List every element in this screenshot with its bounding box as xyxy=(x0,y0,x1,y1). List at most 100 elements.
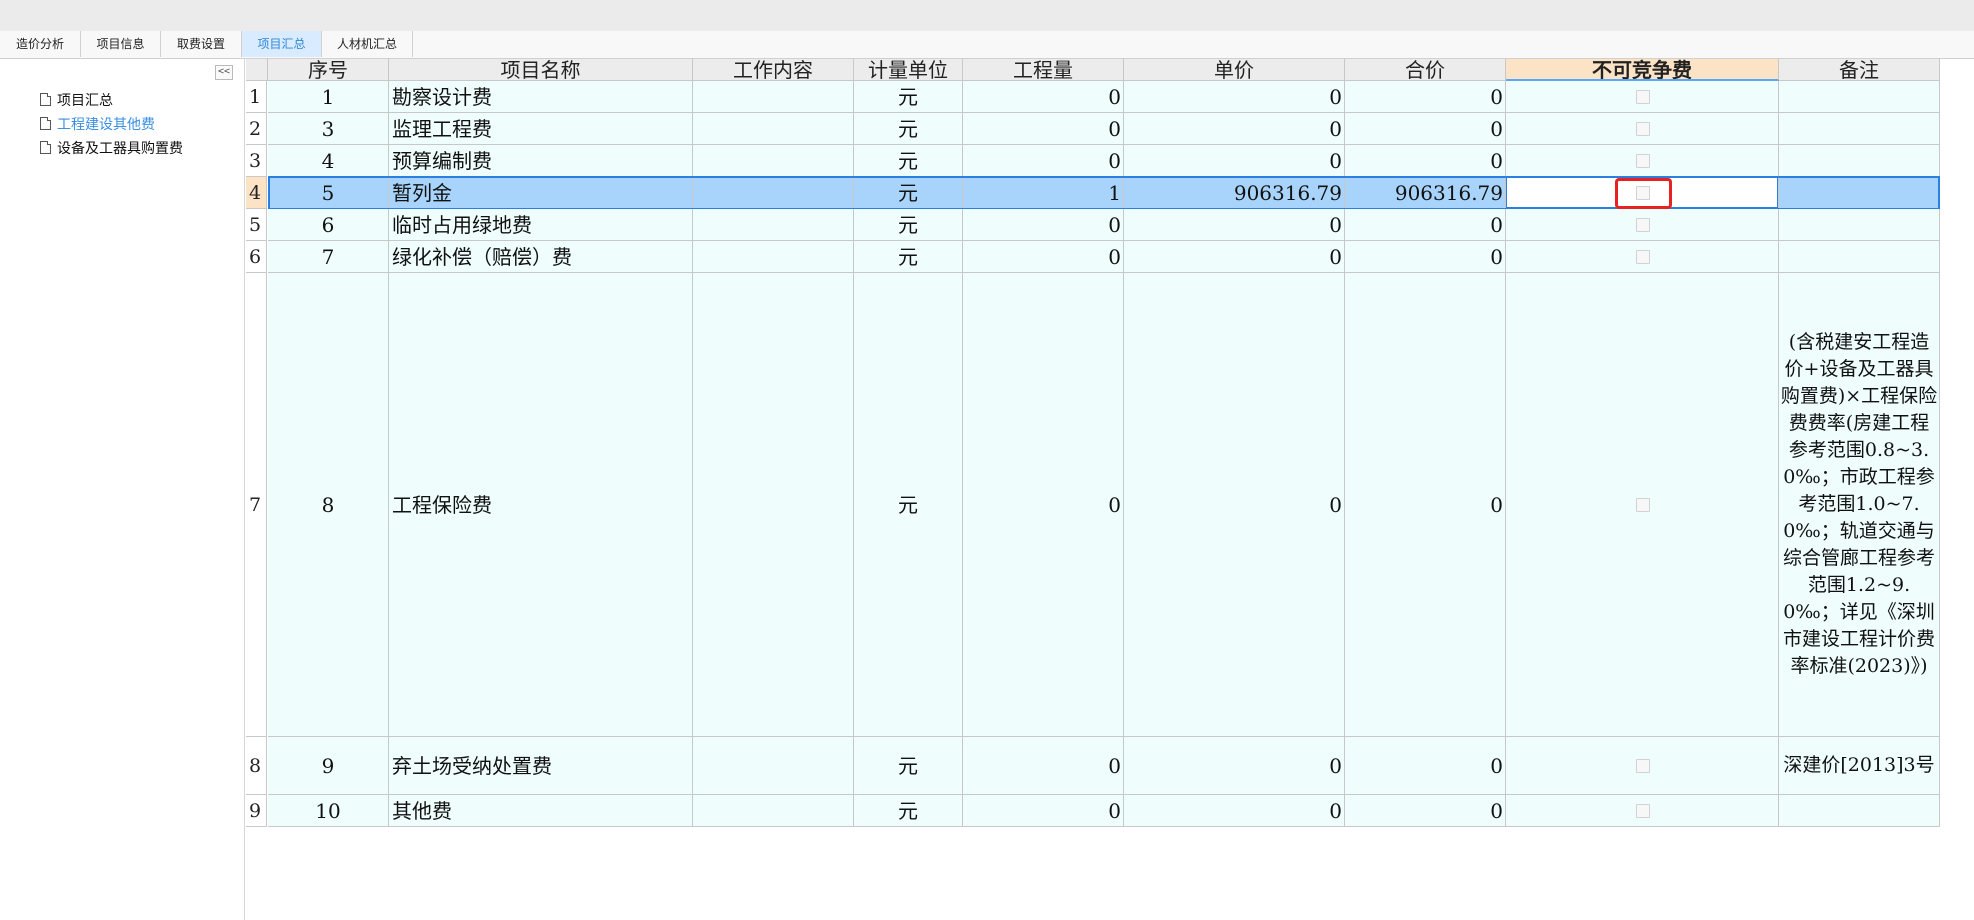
cell-qty[interactable]: 0 xyxy=(963,795,1124,827)
cell-price[interactable]: 0 xyxy=(1124,795,1345,827)
header-unit[interactable]: 计量单位 xyxy=(854,59,963,81)
cell-note[interactable] xyxy=(1779,145,1940,177)
cell-seq[interactable]: 3 xyxy=(268,113,389,145)
cell-qty[interactable]: 0 xyxy=(963,737,1124,795)
tree-item-project-summary[interactable]: 项目汇总 xyxy=(40,91,113,111)
cell-price[interactable]: 0 xyxy=(1124,209,1345,241)
non-compete-checkbox[interactable] xyxy=(1635,250,1650,264)
cell-note[interactable] xyxy=(1779,113,1940,145)
cell-seq[interactable]: 1 xyxy=(268,81,389,113)
row-number[interactable]: 9 xyxy=(246,795,267,827)
cell-seq[interactable]: 5 xyxy=(268,177,389,209)
cell-note[interactable] xyxy=(1779,177,1940,209)
tree-item-equipment-purchase-fees[interactable]: 设备及工器具购置费 xyxy=(40,139,183,159)
cell-price[interactable]: 0 xyxy=(1124,145,1345,177)
tab-project-summary[interactable]: 项目汇总 xyxy=(242,31,322,57)
tab-fee-settings[interactable]: 取费设置 xyxy=(161,31,242,57)
cell-price[interactable]: 0 xyxy=(1124,81,1345,113)
cell-seq[interactable]: 4 xyxy=(268,145,389,177)
header-content[interactable]: 工作内容 xyxy=(693,59,854,81)
header-price[interactable]: 单价 xyxy=(1124,59,1345,81)
cell-qty[interactable]: 0 xyxy=(963,81,1124,113)
cell-content[interactable] xyxy=(693,241,854,273)
cell-unit[interactable]: 元 xyxy=(854,145,963,177)
cell-qty[interactable]: 0 xyxy=(963,209,1124,241)
non-compete-checkbox[interactable] xyxy=(1635,498,1650,512)
cell-seq[interactable]: 7 xyxy=(268,241,389,273)
cell-non-compete[interactable] xyxy=(1506,795,1779,827)
cell-name[interactable]: 监理工程费 xyxy=(389,113,693,145)
cell-seq[interactable]: 9 xyxy=(268,737,389,795)
cell-note[interactable] xyxy=(1779,81,1940,113)
cell-price[interactable]: 906316.79 xyxy=(1124,177,1345,209)
row-number[interactable]: 3 xyxy=(246,145,267,177)
cell-unit[interactable]: 元 xyxy=(854,81,963,113)
cell-seq[interactable]: 6 xyxy=(268,209,389,241)
non-compete-checkbox[interactable] xyxy=(1635,154,1650,168)
row-number[interactable]: 2 xyxy=(246,113,267,145)
collapse-sidebar-button[interactable]: << xyxy=(215,65,233,80)
cell-non-compete[interactable] xyxy=(1506,273,1779,737)
cell-content[interactable] xyxy=(693,273,854,737)
non-compete-checkbox[interactable] xyxy=(1635,804,1650,818)
non-compete-checkbox[interactable] xyxy=(1635,218,1650,232)
cell-non-compete[interactable] xyxy=(1506,241,1779,273)
cell-price[interactable]: 0 xyxy=(1124,273,1345,737)
cell-price[interactable]: 0 xyxy=(1124,737,1345,795)
tab-cost-analysis[interactable]: 造价分析 xyxy=(0,31,81,57)
row-number[interactable]: 8 xyxy=(246,737,267,795)
non-compete-checkbox[interactable] xyxy=(1635,90,1650,104)
cell-name[interactable]: 临时占用绿地费 xyxy=(389,209,693,241)
tab-project-info[interactable]: 项目信息 xyxy=(81,31,161,57)
cell-total[interactable]: 0 xyxy=(1345,81,1506,113)
tree-item-other-construction-fees[interactable]: 工程建设其他费 xyxy=(40,115,155,135)
cell-non-compete[interactable] xyxy=(1506,81,1779,113)
cell-name[interactable]: 预算编制费 xyxy=(389,145,693,177)
row-number[interactable]: 4 xyxy=(246,177,267,209)
cell-total[interactable]: 0 xyxy=(1345,273,1506,737)
cell-qty[interactable]: 1 xyxy=(963,177,1124,209)
cell-price[interactable]: 0 xyxy=(1124,241,1345,273)
cell-total[interactable]: 0 xyxy=(1345,795,1506,827)
cell-unit[interactable]: 元 xyxy=(854,273,963,737)
cell-total[interactable]: 0 xyxy=(1345,209,1506,241)
cell-price[interactable]: 0 xyxy=(1124,113,1345,145)
cell-name[interactable]: 弃土场受纳处置费 xyxy=(389,737,693,795)
cell-qty[interactable]: 0 xyxy=(963,113,1124,145)
cell-qty[interactable]: 0 xyxy=(963,273,1124,737)
cell-non-compete[interactable] xyxy=(1506,145,1779,177)
cell-non-compete[interactable] xyxy=(1506,737,1779,795)
cell-total[interactable]: 0 xyxy=(1345,113,1506,145)
header-qty[interactable]: 工程量 xyxy=(963,59,1124,81)
cell-seq[interactable]: 10 xyxy=(268,795,389,827)
non-compete-checkbox[interactable] xyxy=(1635,186,1650,200)
non-compete-checkbox[interactable] xyxy=(1635,759,1650,773)
cell-note[interactable] xyxy=(1779,795,1940,827)
cell-content[interactable] xyxy=(693,795,854,827)
cell-note[interactable] xyxy=(1779,209,1940,241)
row-number[interactable]: 1 xyxy=(246,81,267,113)
row-number[interactable]: 6 xyxy=(246,241,267,273)
cell-content[interactable] xyxy=(693,81,854,113)
cell-name[interactable]: 勘察设计费 xyxy=(389,81,693,113)
cell-unit[interactable]: 元 xyxy=(854,177,963,209)
cell-qty[interactable]: 0 xyxy=(963,145,1124,177)
header-non-compete[interactable]: 不可竞争费 xyxy=(1506,59,1779,81)
row-number[interactable]: 7 xyxy=(246,273,267,737)
cell-content[interactable] xyxy=(693,113,854,145)
non-compete-checkbox[interactable] xyxy=(1635,122,1650,136)
cell-unit[interactable]: 元 xyxy=(854,241,963,273)
cell-note[interactable]: 深建价[2013]3号 xyxy=(1779,737,1940,795)
cell-content[interactable] xyxy=(693,177,854,209)
cell-total[interactable]: 0 xyxy=(1345,145,1506,177)
header-seq[interactable]: 序号 xyxy=(268,59,389,81)
cell-total[interactable]: 0 xyxy=(1345,737,1506,795)
cell-note[interactable]: (含税建安工程造价+设备及工器具购置费)×工程保险费费率(房建工程参考范围0.8… xyxy=(1779,273,1940,737)
cell-content[interactable] xyxy=(693,145,854,177)
cell-content[interactable] xyxy=(693,737,854,795)
cell-name[interactable]: 绿化补偿（赔偿）费 xyxy=(389,241,693,273)
cell-total[interactable]: 0 xyxy=(1345,241,1506,273)
cell-non-compete[interactable] xyxy=(1506,209,1779,241)
cell-name[interactable]: 其他费 xyxy=(389,795,693,827)
cell-name[interactable]: 工程保险费 xyxy=(389,273,693,737)
